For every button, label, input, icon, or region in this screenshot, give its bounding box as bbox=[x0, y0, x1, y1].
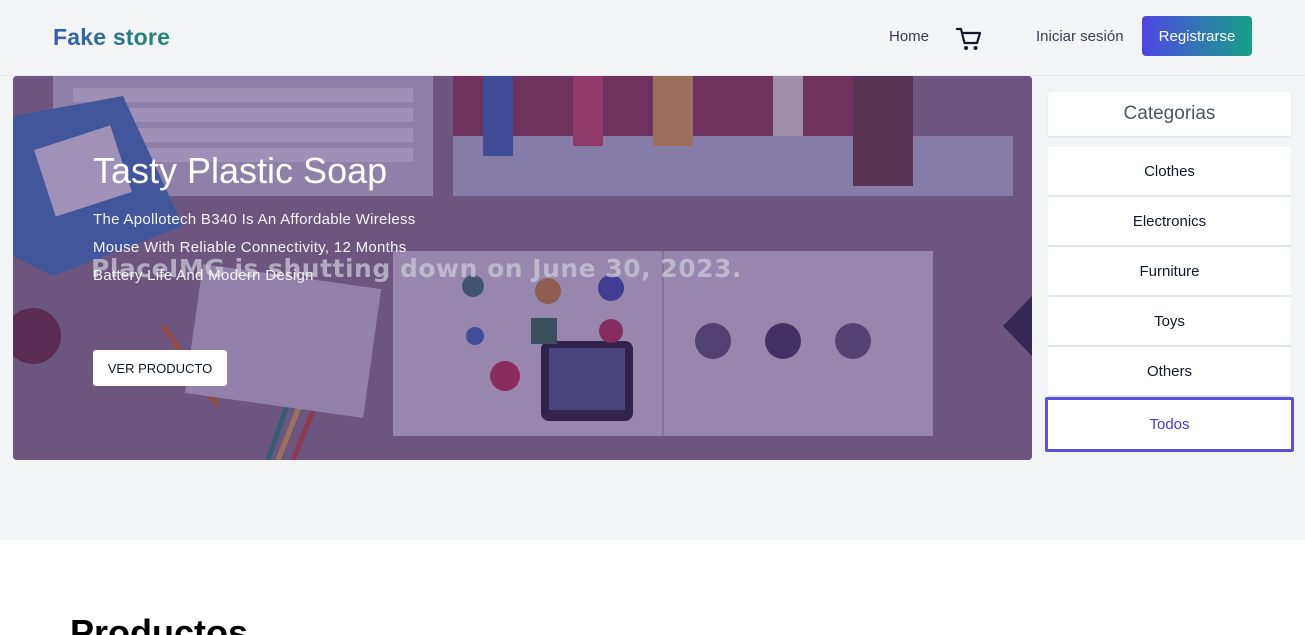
brand-logo[interactable]: Fake store bbox=[53, 24, 170, 51]
category-item-furniture[interactable]: Furniture bbox=[1048, 247, 1291, 297]
cart-icon[interactable] bbox=[955, 26, 983, 52]
register-button[interactable]: Registrarse bbox=[1142, 16, 1252, 56]
hero-section: PlaceIMG is shutting down on June 30, 20… bbox=[0, 76, 1305, 540]
login-link[interactable]: Iniciar sesión bbox=[1036, 28, 1124, 45]
category-item-todos[interactable]: Todos bbox=[1045, 397, 1294, 452]
navbar: Fake store Home Iniciar sesión Registrar… bbox=[0, 0, 1305, 76]
categories-list: Clothes Electronics Furniture Toys Other… bbox=[1045, 147, 1294, 452]
categories-header: Categorias bbox=[1048, 92, 1291, 136]
hero-banner: PlaceIMG is shutting down on June 30, 20… bbox=[13, 76, 1032, 460]
category-item-clothes[interactable]: Clothes bbox=[1048, 147, 1291, 197]
category-item-electronics[interactable]: Electronics bbox=[1048, 197, 1291, 247]
hero-description: The Apollotech B340 Is An Affordable Wir… bbox=[93, 211, 416, 284]
view-product-button[interactable]: VER PRODUCTO bbox=[93, 350, 227, 386]
products-heading: Productos bbox=[70, 612, 249, 635]
categories-panel: Categorias Clothes Electronics Furniture… bbox=[1045, 92, 1294, 452]
nav-home-link[interactable]: Home bbox=[889, 28, 929, 45]
category-item-others[interactable]: Others bbox=[1048, 347, 1291, 397]
category-item-toys[interactable]: Toys bbox=[1048, 297, 1291, 347]
hero-title: Tasty Plastic Soap bbox=[93, 150, 388, 191]
